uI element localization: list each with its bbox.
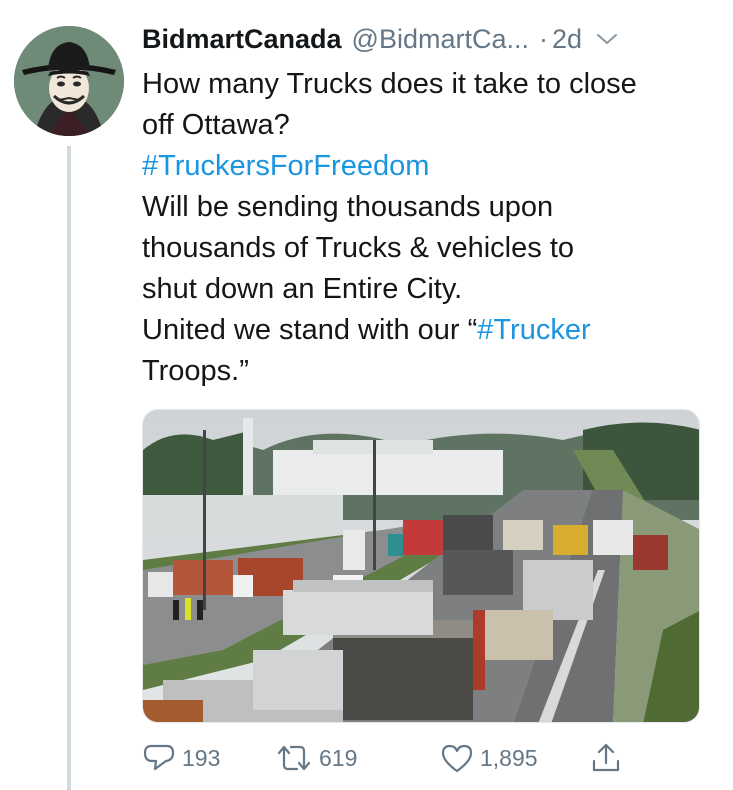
- tweet-photo[interactable]: [142, 409, 700, 723]
- text-line: United we stand with our “#Trucker: [142, 310, 712, 351]
- tweet[interactable]: BidmartCanada @BidmartCa... · 2d How man…: [142, 16, 712, 392]
- tweet-text: How many Trucks does it take to close of…: [142, 64, 712, 392]
- heart-icon: [441, 744, 473, 773]
- reply-button[interactable]: 193: [142, 738, 220, 778]
- hashtag-link[interactable]: #TruckersForFreedom: [142, 146, 712, 187]
- avatar[interactable]: [14, 26, 124, 136]
- like-button[interactable]: 1,895: [440, 738, 538, 778]
- share-button[interactable]: [590, 738, 628, 778]
- text-line: Will be sending thousands upon: [142, 191, 554, 223]
- hashtag-link[interactable]: #Trucker: [477, 314, 590, 346]
- retweet-count: 619: [319, 744, 358, 771]
- reply-count: 193: [182, 744, 221, 771]
- text-line: off Ottawa?: [142, 109, 290, 141]
- like-count: 1,895: [480, 744, 538, 771]
- reply-icon: [143, 744, 175, 771]
- text-line: thousands of Trucks & vehicles to: [142, 232, 574, 264]
- timestamp[interactable]: 2d: [552, 24, 582, 55]
- tweet-header: BidmartCanada @BidmartCa... · 2d: [142, 16, 712, 62]
- chevron-down-icon[interactable]: [596, 32, 618, 46]
- text-line: shut down an Entire City.: [142, 273, 463, 305]
- display-name[interactable]: BidmartCanada: [142, 24, 342, 55]
- separator-dot: ·: [539, 23, 548, 54]
- share-icon: [592, 743, 620, 772]
- text-line: How many Trucks does it take to close: [142, 68, 637, 100]
- handle[interactable]: @BidmartCa...: [352, 24, 529, 55]
- retweet-button[interactable]: 619: [275, 738, 357, 778]
- avatar-image: [14, 26, 124, 136]
- retweet-icon: [277, 745, 311, 771]
- thread-line: [67, 146, 71, 790]
- text-line: Troops.”: [142, 355, 249, 387]
- photo-trucks-highway: [143, 410, 699, 722]
- tweet-actions: 193 619 1,895: [142, 738, 642, 778]
- text-fragment: United we stand with our “: [142, 314, 478, 346]
